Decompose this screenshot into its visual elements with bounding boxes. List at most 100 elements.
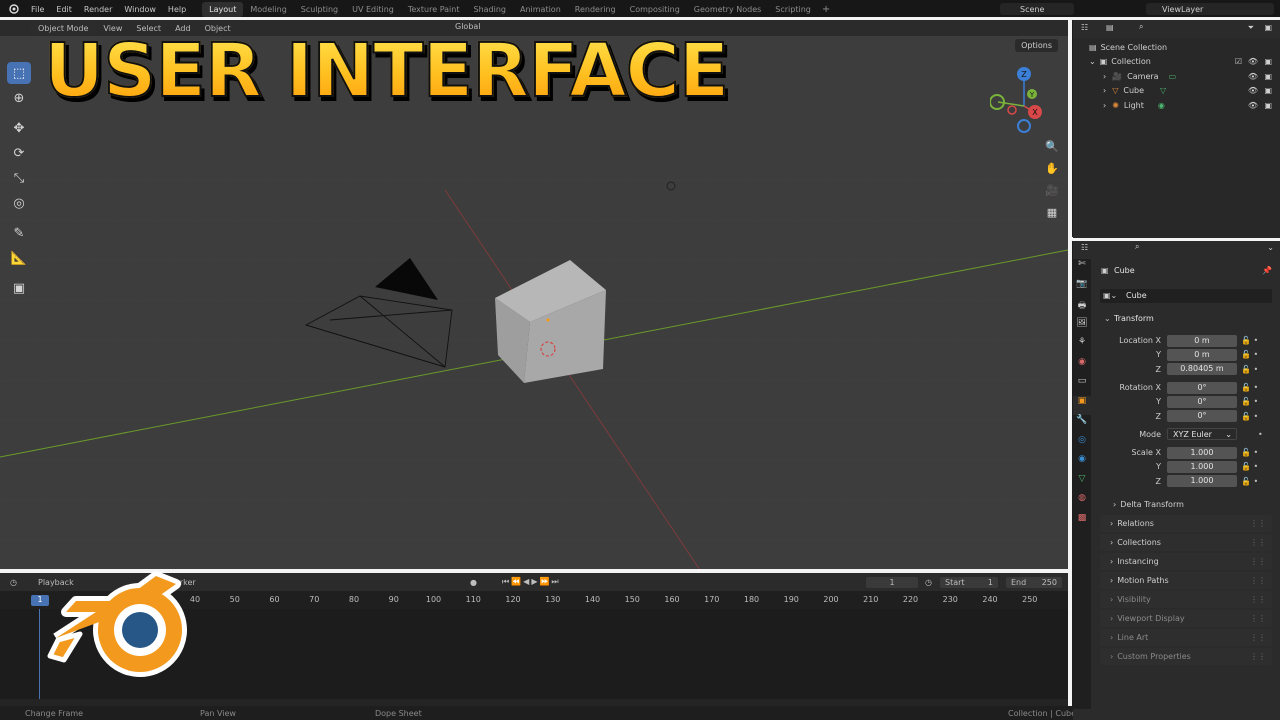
options-button[interactable]: Options bbox=[1015, 39, 1058, 52]
transform-tool-icon[interactable]: ◎ bbox=[7, 192, 31, 214]
drag-handle-icon[interactable]: ⋮⋮ bbox=[1250, 519, 1266, 528]
tab-geometry-nodes[interactable]: Geometry Nodes bbox=[687, 2, 768, 17]
location-y-field[interactable]: 0 m bbox=[1167, 349, 1237, 361]
measure-tool-icon[interactable]: 📐 bbox=[7, 247, 31, 269]
3d-viewport[interactable]: Object Mode View Select Add Object Globa… bbox=[0, 20, 1068, 570]
lock-icon[interactable]: 🔓 • bbox=[1241, 350, 1258, 359]
annotate-tool-icon[interactable]: ✎ bbox=[7, 222, 31, 244]
blender-menu-icon[interactable] bbox=[7, 3, 19, 15]
lock-icon[interactable]: 🔓 • bbox=[1241, 477, 1258, 486]
render-camera-icon[interactable]: ▣ bbox=[1264, 101, 1272, 110]
editor-type-icon[interactable]: ☷ bbox=[1081, 243, 1088, 252]
data-tab-icon[interactable]: ▽ bbox=[1073, 474, 1091, 494]
expand-arrow-icon[interactable]: › bbox=[1103, 86, 1106, 95]
collection-tab-icon[interactable]: ▭ bbox=[1073, 376, 1091, 396]
view-layer-selector[interactable]: ViewLayer bbox=[1146, 3, 1274, 15]
eye-icon[interactable]: 👁 bbox=[1248, 101, 1258, 110]
search-icon[interactable]: ⌕ bbox=[1135, 242, 1139, 252]
tab-rendering[interactable]: Rendering bbox=[568, 2, 623, 17]
tool-tab-icon[interactable]: ✄ bbox=[1073, 259, 1091, 279]
lock-icon[interactable]: 🔓 • bbox=[1241, 412, 1258, 421]
expand-arrow-icon[interactable]: › bbox=[1103, 101, 1106, 110]
render-camera-icon[interactable]: ▣ bbox=[1264, 86, 1272, 95]
tab-modeling[interactable]: Modeling bbox=[243, 2, 293, 17]
menu-render[interactable]: Render bbox=[78, 5, 118, 14]
move-tool-icon[interactable]: ✥ bbox=[7, 117, 31, 139]
lock-icon[interactable]: 🔓 • bbox=[1241, 383, 1258, 392]
pan-hand-icon[interactable]: ✋ bbox=[1043, 162, 1061, 184]
rotation-x-field[interactable]: 0° bbox=[1167, 382, 1237, 394]
drag-handle-icon[interactable]: ⋮⋮ bbox=[1250, 633, 1266, 642]
tab-compositing[interactable]: Compositing bbox=[623, 2, 687, 17]
custom-properties-panel[interactable]: › Custom Properties ⋮⋮ bbox=[1100, 648, 1272, 665]
display-mode-icon[interactable]: ▤ bbox=[1106, 23, 1114, 32]
clock-icon[interactable]: ◷ bbox=[10, 578, 17, 587]
outliner-item-cube[interactable]: › ▽ Cube ▽ 👁 ▣ bbox=[1073, 84, 1280, 99]
lock-icon[interactable]: 🔓 • bbox=[1241, 462, 1258, 471]
motion-paths-panel[interactable]: › Motion Paths ⋮⋮ bbox=[1100, 572, 1272, 589]
visibility-panel[interactable]: › Visibility ⋮⋮ bbox=[1100, 591, 1272, 608]
scene-selector[interactable]: Scene bbox=[1000, 3, 1074, 15]
tab-scripting[interactable]: Scripting bbox=[768, 2, 818, 17]
physics-tab-icon[interactable]: ◉ bbox=[1073, 454, 1091, 474]
eye-icon[interactable]: 👁 bbox=[1248, 72, 1258, 81]
menu-edit[interactable]: Edit bbox=[50, 5, 78, 14]
rotation-mode-select[interactable]: XYZ Euler ⌄ bbox=[1167, 428, 1237, 440]
scene-tab-icon[interactable]: ⚘ bbox=[1073, 337, 1091, 357]
drag-handle-icon[interactable]: ⋮⋮ bbox=[1250, 652, 1266, 661]
expand-arrow-icon[interactable]: ⌄ bbox=[1089, 57, 1096, 66]
navigation-gizmo[interactable]: Z X Y bbox=[990, 64, 1050, 134]
scale-tool-icon[interactable]: ⤡ bbox=[7, 167, 31, 189]
drag-handle-icon[interactable]: ⋮⋮ bbox=[1250, 614, 1266, 623]
world-tab-icon[interactable]: ◉ bbox=[1073, 357, 1091, 377]
particles-tab-icon[interactable]: ◎ bbox=[1073, 435, 1091, 455]
instancing-panel[interactable]: › Instancing ⋮⋮ bbox=[1100, 553, 1272, 570]
eye-icon[interactable]: 👁 bbox=[1248, 57, 1258, 66]
render-camera-icon[interactable]: ▣ bbox=[1264, 57, 1272, 66]
properties-editor[interactable]: ☷ ⌕ ⌄ ✄ 📷 🖶 🖼 ⚘ ◉ ▭ ▣ 🔧 ◎ ◉ ▽ ◍ ▩ ▣ Cube… bbox=[1073, 241, 1280, 720]
outliner-item-light[interactable]: › ✺ Light ◉ 👁 ▣ bbox=[1073, 98, 1280, 113]
tab-shading[interactable]: Shading bbox=[466, 2, 513, 17]
outliner-collection[interactable]: ⌄ ▣ Collection ☑ 👁 ▣ bbox=[1073, 55, 1280, 70]
zoom-icon[interactable]: 🔍 bbox=[1043, 140, 1061, 162]
add-cube-tool-icon[interactable]: ▣ bbox=[7, 277, 31, 299]
object-tab-icon[interactable]: ▣ bbox=[1073, 395, 1091, 415]
cursor-tool-icon[interactable]: ⊕ bbox=[7, 87, 31, 109]
scale-x-field[interactable]: 1.000 bbox=[1167, 447, 1237, 459]
lock-icon[interactable]: 🔓 • bbox=[1241, 365, 1258, 374]
render-tab-icon[interactable]: 📷 bbox=[1073, 279, 1091, 299]
eye-icon[interactable]: 👁 bbox=[1248, 86, 1258, 95]
perspective-grid-icon[interactable]: ▦ bbox=[1043, 206, 1061, 228]
camera-view-icon[interactable]: 🎥 bbox=[1043, 184, 1061, 206]
location-z-field[interactable]: 0.80405 m bbox=[1167, 363, 1237, 375]
tab-layout[interactable]: Layout bbox=[202, 1, 244, 17]
line-art-panel[interactable]: › Line Art ⋮⋮ bbox=[1100, 629, 1272, 646]
pin-icon[interactable]: 📌 bbox=[1262, 266, 1272, 275]
lock-icon[interactable]: 🔓 • bbox=[1241, 397, 1258, 406]
view-layer-tab-icon[interactable]: 🖼 bbox=[1073, 318, 1091, 338]
exclude-checkbox-icon[interactable]: ☑ bbox=[1235, 57, 1242, 66]
frame-field[interactable]: 1 bbox=[866, 577, 918, 588]
menu-help[interactable]: Help bbox=[162, 5, 192, 14]
tab-animation[interactable]: Animation bbox=[513, 2, 568, 17]
record-icon[interactable]: ● bbox=[470, 578, 477, 587]
editor-type-icon[interactable]: ☷ bbox=[1081, 23, 1088, 32]
tab-uv-editing[interactable]: UV Editing bbox=[345, 2, 401, 17]
playback-controls-icon[interactable]: ⏮⏪◀▶⏩⏭ bbox=[502, 577, 561, 587]
search-icon[interactable]: ⌕ bbox=[1139, 22, 1143, 32]
add-workspace-icon[interactable]: + bbox=[818, 4, 834, 15]
scale-y-field[interactable]: 1.000 bbox=[1167, 461, 1237, 473]
new-collection-icon[interactable]: ▣ bbox=[1264, 23, 1272, 32]
viewport-display-panel[interactable]: › Viewport Display ⋮⋮ bbox=[1100, 610, 1272, 627]
options-chevron-icon[interactable]: ⌄ bbox=[1267, 243, 1274, 252]
delta-transform-panel[interactable]: › Delta Transform bbox=[1103, 496, 1271, 513]
end-field[interactable]: End 250 bbox=[1006, 577, 1062, 588]
menu-window[interactable]: Window bbox=[118, 5, 162, 14]
modifier-tab-icon[interactable]: 🔧 bbox=[1073, 415, 1091, 435]
material-tab-icon[interactable]: ◍ bbox=[1073, 493, 1091, 513]
render-camera-icon[interactable]: ▣ bbox=[1264, 72, 1272, 81]
outliner-scene-collection[interactable]: ▤ Scene Collection bbox=[1073, 40, 1280, 55]
relations-panel[interactable]: › Relations ⋮⋮ bbox=[1100, 515, 1272, 532]
menu-file[interactable]: File bbox=[25, 5, 50, 14]
animate-dot-icon[interactable]: • bbox=[1258, 430, 1263, 439]
